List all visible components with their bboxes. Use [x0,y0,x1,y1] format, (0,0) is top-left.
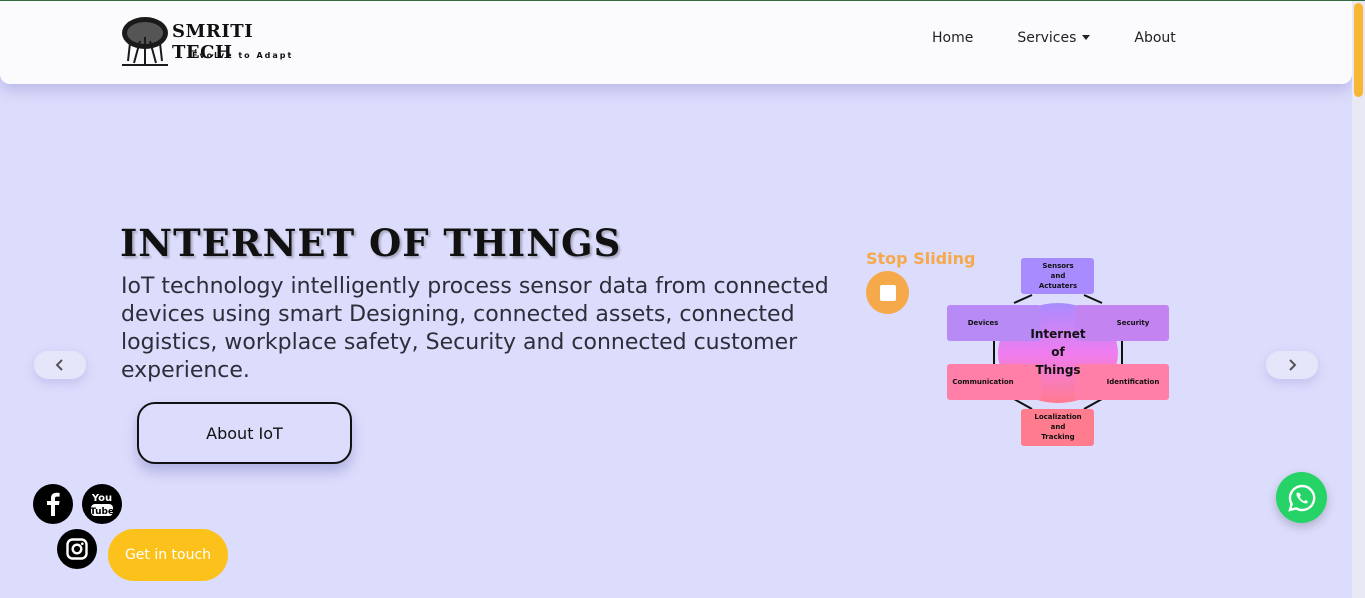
hero-title: INTERNET OF THINGS [120,221,622,265]
diagram-center-line2: of [1051,345,1065,359]
stop-icon [879,284,896,301]
stop-sliding-button[interactable] [866,271,909,314]
nav-link-services[interactable]: Services [1017,30,1091,46]
caret-down-icon [1082,35,1091,40]
carousel-prev-button[interactable] [34,351,86,379]
hero-description: IoT technology intelligently process sen… [121,274,829,383]
brand-tagline: Evolve to Adapt [192,51,294,60]
diagram-right-top-label: Security [1117,319,1150,327]
diagram-top-line3: Actuaters [1039,282,1077,290]
nav-link-services-label: Services [1017,30,1077,46]
diagram-bottom-line2: and [1051,423,1066,431]
facebook-icon [47,492,60,516]
youtube-icon-text-1: You [91,493,112,504]
youtube-icon: You Tube [90,493,114,517]
scrollbar[interactable] [1352,1,1365,598]
carousel-next-button[interactable] [1266,351,1318,379]
diagram-center-line3: Things [1035,363,1080,377]
chevron-right-icon [1289,359,1297,371]
instagram-link[interactable] [57,529,97,569]
about-iot-button[interactable]: About IoT [137,402,352,464]
nav-link-home[interactable]: Home [932,30,973,46]
youtube-icon-text-2: Tube [90,507,114,517]
diagram-top-line1: Sensors [1042,262,1073,270]
get-in-touch-button[interactable]: Get in touch [108,529,228,581]
nav-link-about[interactable]: About [1134,30,1175,46]
navbar: SMRITI TECH Evolve to Adapt Home Service… [0,1,1352,84]
iot-diagram: Sensors and Actuaters Devices Security C… [947,258,1169,446]
chevron-left-icon [55,359,63,371]
diagram-left-top-label: Devices [968,319,999,327]
whatsapp-icon [1287,484,1315,512]
brand-logo[interactable]: SMRITI TECH Evolve to Adapt [120,15,320,69]
instagram-icon [66,538,88,560]
scrollbar-thumb[interactable] [1354,3,1363,97]
facebook-link[interactable] [33,484,73,524]
nav-links: Home Services About [932,30,1220,46]
diagram-bottom-line1: Localization [1034,413,1081,421]
diagram-center-line1: Internet [1030,327,1085,341]
youtube-link[interactable]: You Tube [82,484,122,524]
banyan-tree-logo-icon [122,17,168,66]
diagram-left-bottom-label: Communication [952,378,1013,386]
diagram-bottom-line3: Tracking [1041,433,1074,441]
diagram-right-bottom-label: Identification [1107,378,1160,386]
diagram-top-line2: and [1051,272,1066,280]
whatsapp-button[interactable] [1276,472,1327,523]
